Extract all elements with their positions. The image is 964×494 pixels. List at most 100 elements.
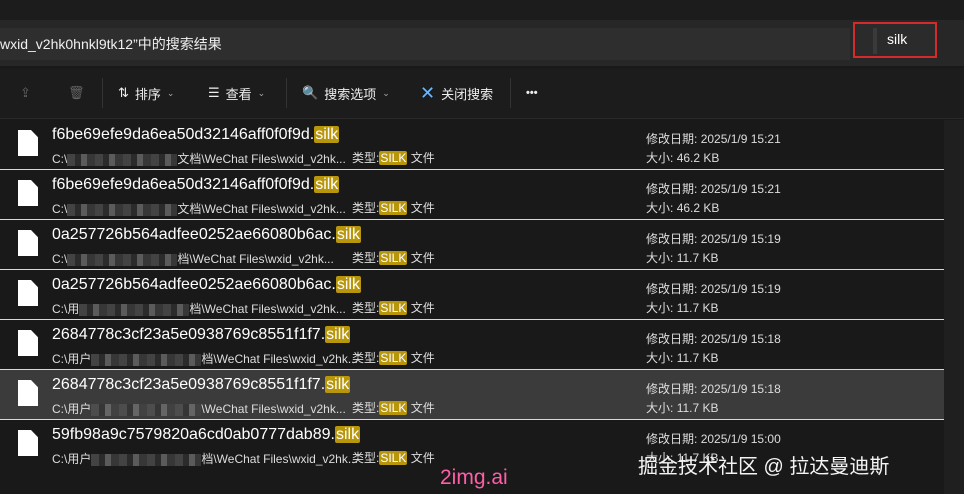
close-icon: ✕ bbox=[420, 82, 436, 103]
search-icon: 🔍 bbox=[302, 85, 319, 100]
text-cursor bbox=[873, 28, 877, 54]
path-suffix: 档\WeChat Files\wxid_v2hk... bbox=[189, 302, 346, 316]
file-stem: 59fb98a9c7579820a6cd0ab0777dab89. bbox=[52, 426, 335, 443]
match-highlight: SILK bbox=[379, 301, 408, 315]
scrollbar-track[interactable] bbox=[944, 120, 964, 494]
path-prefix: C:\ bbox=[52, 152, 68, 166]
file-row[interactable]: f6be69efe9da6ea50d32146aff0f0f9d.silk C:… bbox=[0, 170, 944, 220]
file-type: 类型:SILK 文件 bbox=[352, 349, 435, 366]
file-name: 2684778c3cf23a5e0938769c8551f1f7.silk bbox=[52, 326, 351, 344]
close-search-button[interactable]: ✕ 关闭搜索 bbox=[420, 68, 493, 118]
path-suffix: 档\WeChat Files\wxid_v2hk... bbox=[177, 252, 334, 266]
sort-button[interactable]: ⇅ 排序 ⌄ bbox=[118, 68, 174, 118]
match-highlight: silk bbox=[334, 426, 361, 443]
address-area: wxid_v2hk0hnkl9tk12”中的搜索结果 silk bbox=[0, 20, 964, 66]
chevron-down-icon: ⌄ bbox=[166, 87, 175, 98]
title-bar bbox=[0, 0, 964, 20]
file-row[interactable]: 0a257726b564adfee0252ae66080b6ac.silk C:… bbox=[0, 270, 944, 320]
modified-label: 修改日期: bbox=[646, 282, 698, 296]
share-button[interactable]: ⇪ bbox=[20, 68, 31, 118]
file-row[interactable]: 0a257726b564adfee0252ae66080b6ac.silk C:… bbox=[0, 220, 944, 270]
type-label: 类型: bbox=[352, 301, 380, 315]
file-path: C:\用户 \WeChat Files\wxid_v2hk... bbox=[52, 400, 346, 417]
type-suffix: 文件 bbox=[410, 451, 435, 465]
match-highlight: SILK bbox=[379, 351, 408, 365]
file-stem: f6be69efe9da6ea50d32146aff0f0f9d. bbox=[52, 126, 315, 143]
redacted-blur bbox=[79, 303, 190, 316]
redacted-blur bbox=[67, 253, 178, 266]
file-icon bbox=[18, 280, 38, 306]
sort-label: 排序 bbox=[134, 86, 161, 102]
file-path: C:\用户 档\WeChat Files\wxid_v2hk... bbox=[52, 350, 358, 367]
search-box[interactable]: silk bbox=[853, 22, 937, 58]
type-label: 类型: bbox=[352, 351, 380, 365]
modified-date: 2025/1/9 15:21 bbox=[700, 132, 781, 146]
delete-button[interactable]: 🗑 bbox=[68, 68, 85, 118]
match-highlight: SILK bbox=[379, 251, 408, 265]
trash-icon: 🗑 bbox=[68, 85, 85, 100]
size-label: 大小: bbox=[646, 201, 674, 215]
file-name: f6be69efe9da6ea50d32146aff0f0f9d.silk bbox=[52, 176, 340, 194]
share-icon: ⇪ bbox=[20, 85, 31, 100]
type-suffix: 文件 bbox=[410, 151, 435, 165]
match-highlight: SILK bbox=[379, 151, 408, 165]
file-size: 11.7 KB bbox=[676, 251, 719, 265]
match-highlight: SILK bbox=[379, 401, 408, 415]
modified-date: 2025/1/9 15:18 bbox=[700, 382, 781, 396]
address-bar[interactable]: wxid_v2hk0hnkl9tk12”中的搜索结果 bbox=[0, 28, 850, 60]
modified-date: 2025/1/9 15:19 bbox=[700, 282, 781, 296]
file-name: f6be69efe9da6ea50d32146aff0f0f9d.silk bbox=[52, 126, 340, 144]
file-size: 46.2 KB bbox=[676, 201, 720, 215]
divider bbox=[510, 78, 511, 108]
file-icon bbox=[18, 330, 38, 356]
path-prefix: C:\用户 bbox=[52, 402, 92, 416]
search-options-button[interactable]: 🔍 搜索选项 ⌄ bbox=[302, 68, 390, 118]
redacted-blur bbox=[91, 353, 202, 366]
view-button[interactable]: ☰ 查看 ⌄ bbox=[208, 68, 265, 118]
file-stem: 0a257726b564adfee0252ae66080b6ac. bbox=[52, 226, 336, 243]
file-stem: 2684778c3cf23a5e0938769c8551f1f7. bbox=[52, 326, 326, 343]
list-icon: ☰ bbox=[208, 85, 220, 100]
file-name: 2684778c3cf23a5e0938769c8551f1f7.silk bbox=[52, 376, 351, 394]
modified-label: 修改日期: bbox=[646, 232, 698, 246]
redacted-blur bbox=[67, 153, 178, 166]
type-suffix: 文件 bbox=[410, 251, 435, 265]
file-stem: 0a257726b564adfee0252ae66080b6ac. bbox=[52, 276, 336, 293]
type-suffix: 文件 bbox=[410, 301, 435, 315]
modified-label: 修改日期: bbox=[646, 132, 698, 146]
redacted-blur bbox=[91, 403, 202, 416]
file-meta: 修改日期: 2025/1/9 15:19 大小: 11.7 KB bbox=[646, 230, 781, 268]
match-highlight: silk bbox=[325, 376, 351, 393]
match-highlight: silk bbox=[325, 326, 351, 343]
modified-label: 修改日期: bbox=[646, 182, 698, 196]
size-label: 大小: bbox=[646, 151, 674, 165]
modified-date: 2025/1/9 15:21 bbox=[700, 182, 781, 196]
match-highlight: silk bbox=[314, 126, 340, 143]
file-row[interactable]: f6be69efe9da6ea50d32146aff0f0f9d.silk C:… bbox=[0, 120, 944, 170]
modified-label: 修改日期: bbox=[646, 432, 698, 446]
search-input[interactable]: silk bbox=[887, 31, 907, 47]
view-label: 查看 bbox=[225, 86, 252, 102]
path-suffix: 档\WeChat Files\wxid_v2hk... bbox=[201, 452, 358, 466]
type-suffix: 文件 bbox=[410, 351, 435, 365]
path-prefix: C:\用户 bbox=[52, 352, 92, 366]
match-highlight: silk bbox=[335, 226, 361, 243]
more-button[interactable]: ••• bbox=[526, 68, 538, 118]
path-prefix: C:\用 bbox=[52, 302, 80, 316]
type-label: 类型: bbox=[352, 151, 380, 165]
file-row[interactable]: 2684778c3cf23a5e0938769c8551f1f7.silk C:… bbox=[0, 320, 944, 370]
file-icon bbox=[18, 380, 38, 406]
file-size: 11.7 KB bbox=[676, 401, 719, 415]
file-size: 11.7 KB bbox=[676, 301, 719, 315]
file-row[interactable]: 2684778c3cf23a5e0938769c8551f1f7.silk C:… bbox=[0, 370, 944, 420]
type-label: 类型: bbox=[352, 201, 380, 215]
file-meta: 修改日期: 2025/1/9 15:18 大小: 11.7 KB bbox=[646, 330, 781, 368]
file-meta: 修改日期: 2025/1/9 15:19 大小: 11.7 KB bbox=[646, 280, 781, 318]
size-label: 大小: bbox=[646, 301, 674, 315]
path-prefix: C:\ bbox=[52, 252, 68, 266]
path-suffix: 文档\WeChat Files\wxid_v2hk... bbox=[177, 152, 346, 166]
file-stem: f6be69efe9da6ea50d32146aff0f0f9d. bbox=[52, 176, 315, 193]
watermark-credit: 掘金技术社区 @ 拉达曼迪斯 bbox=[638, 456, 890, 478]
type-suffix: 文件 bbox=[410, 201, 435, 215]
chevron-down-icon: ⌄ bbox=[257, 87, 266, 98]
